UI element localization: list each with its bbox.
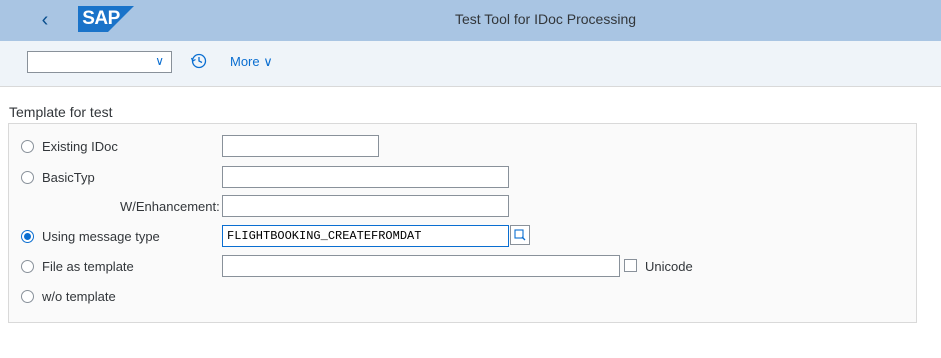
shell-bar: ‹ SAP Test Tool for IDoc Processing [0,0,941,41]
existing-idoc-field[interactable] [222,135,379,157]
basic-type-field[interactable] [222,166,509,188]
toolbar: ∨ More ∨ [0,41,941,87]
no-template-radio[interactable] [21,290,34,303]
section-title: Template for test [9,104,113,120]
unicode-checkbox[interactable] [624,259,637,272]
search-icon [514,229,526,241]
no-template-label: w/o template [42,289,116,304]
enhancement-label: W/Enhancement: [120,199,220,214]
message-type-radio[interactable] [21,230,34,243]
file-template-label: File as template [42,259,134,274]
template-panel [8,123,917,323]
existing-idoc-label: Existing IDoc [42,139,118,154]
chevron-down-icon: ∨ [155,54,164,68]
more-button[interactable]: More ∨ [230,54,273,70]
enhancement-field[interactable] [222,195,509,217]
app-title: Test Tool for IDoc Processing [454,11,637,27]
more-label: More [230,54,260,69]
value-help-button[interactable] [510,225,530,245]
message-type-label: Using message type [42,229,160,244]
file-template-radio[interactable] [21,260,34,273]
existing-idoc-radio[interactable] [21,140,34,153]
unicode-label: Unicode [645,259,693,274]
file-template-field[interactable] [222,255,620,277]
basic-type-radio[interactable] [21,171,34,184]
history-icon[interactable] [190,52,208,70]
message-type-field[interactable]: FLIGHTBOOKING_CREATEFROMDAT [222,225,509,247]
chevron-down-icon: ∨ [263,54,273,69]
variant-dropdown[interactable]: ∨ [27,51,172,73]
basic-type-label: BasicTyp [42,170,95,185]
